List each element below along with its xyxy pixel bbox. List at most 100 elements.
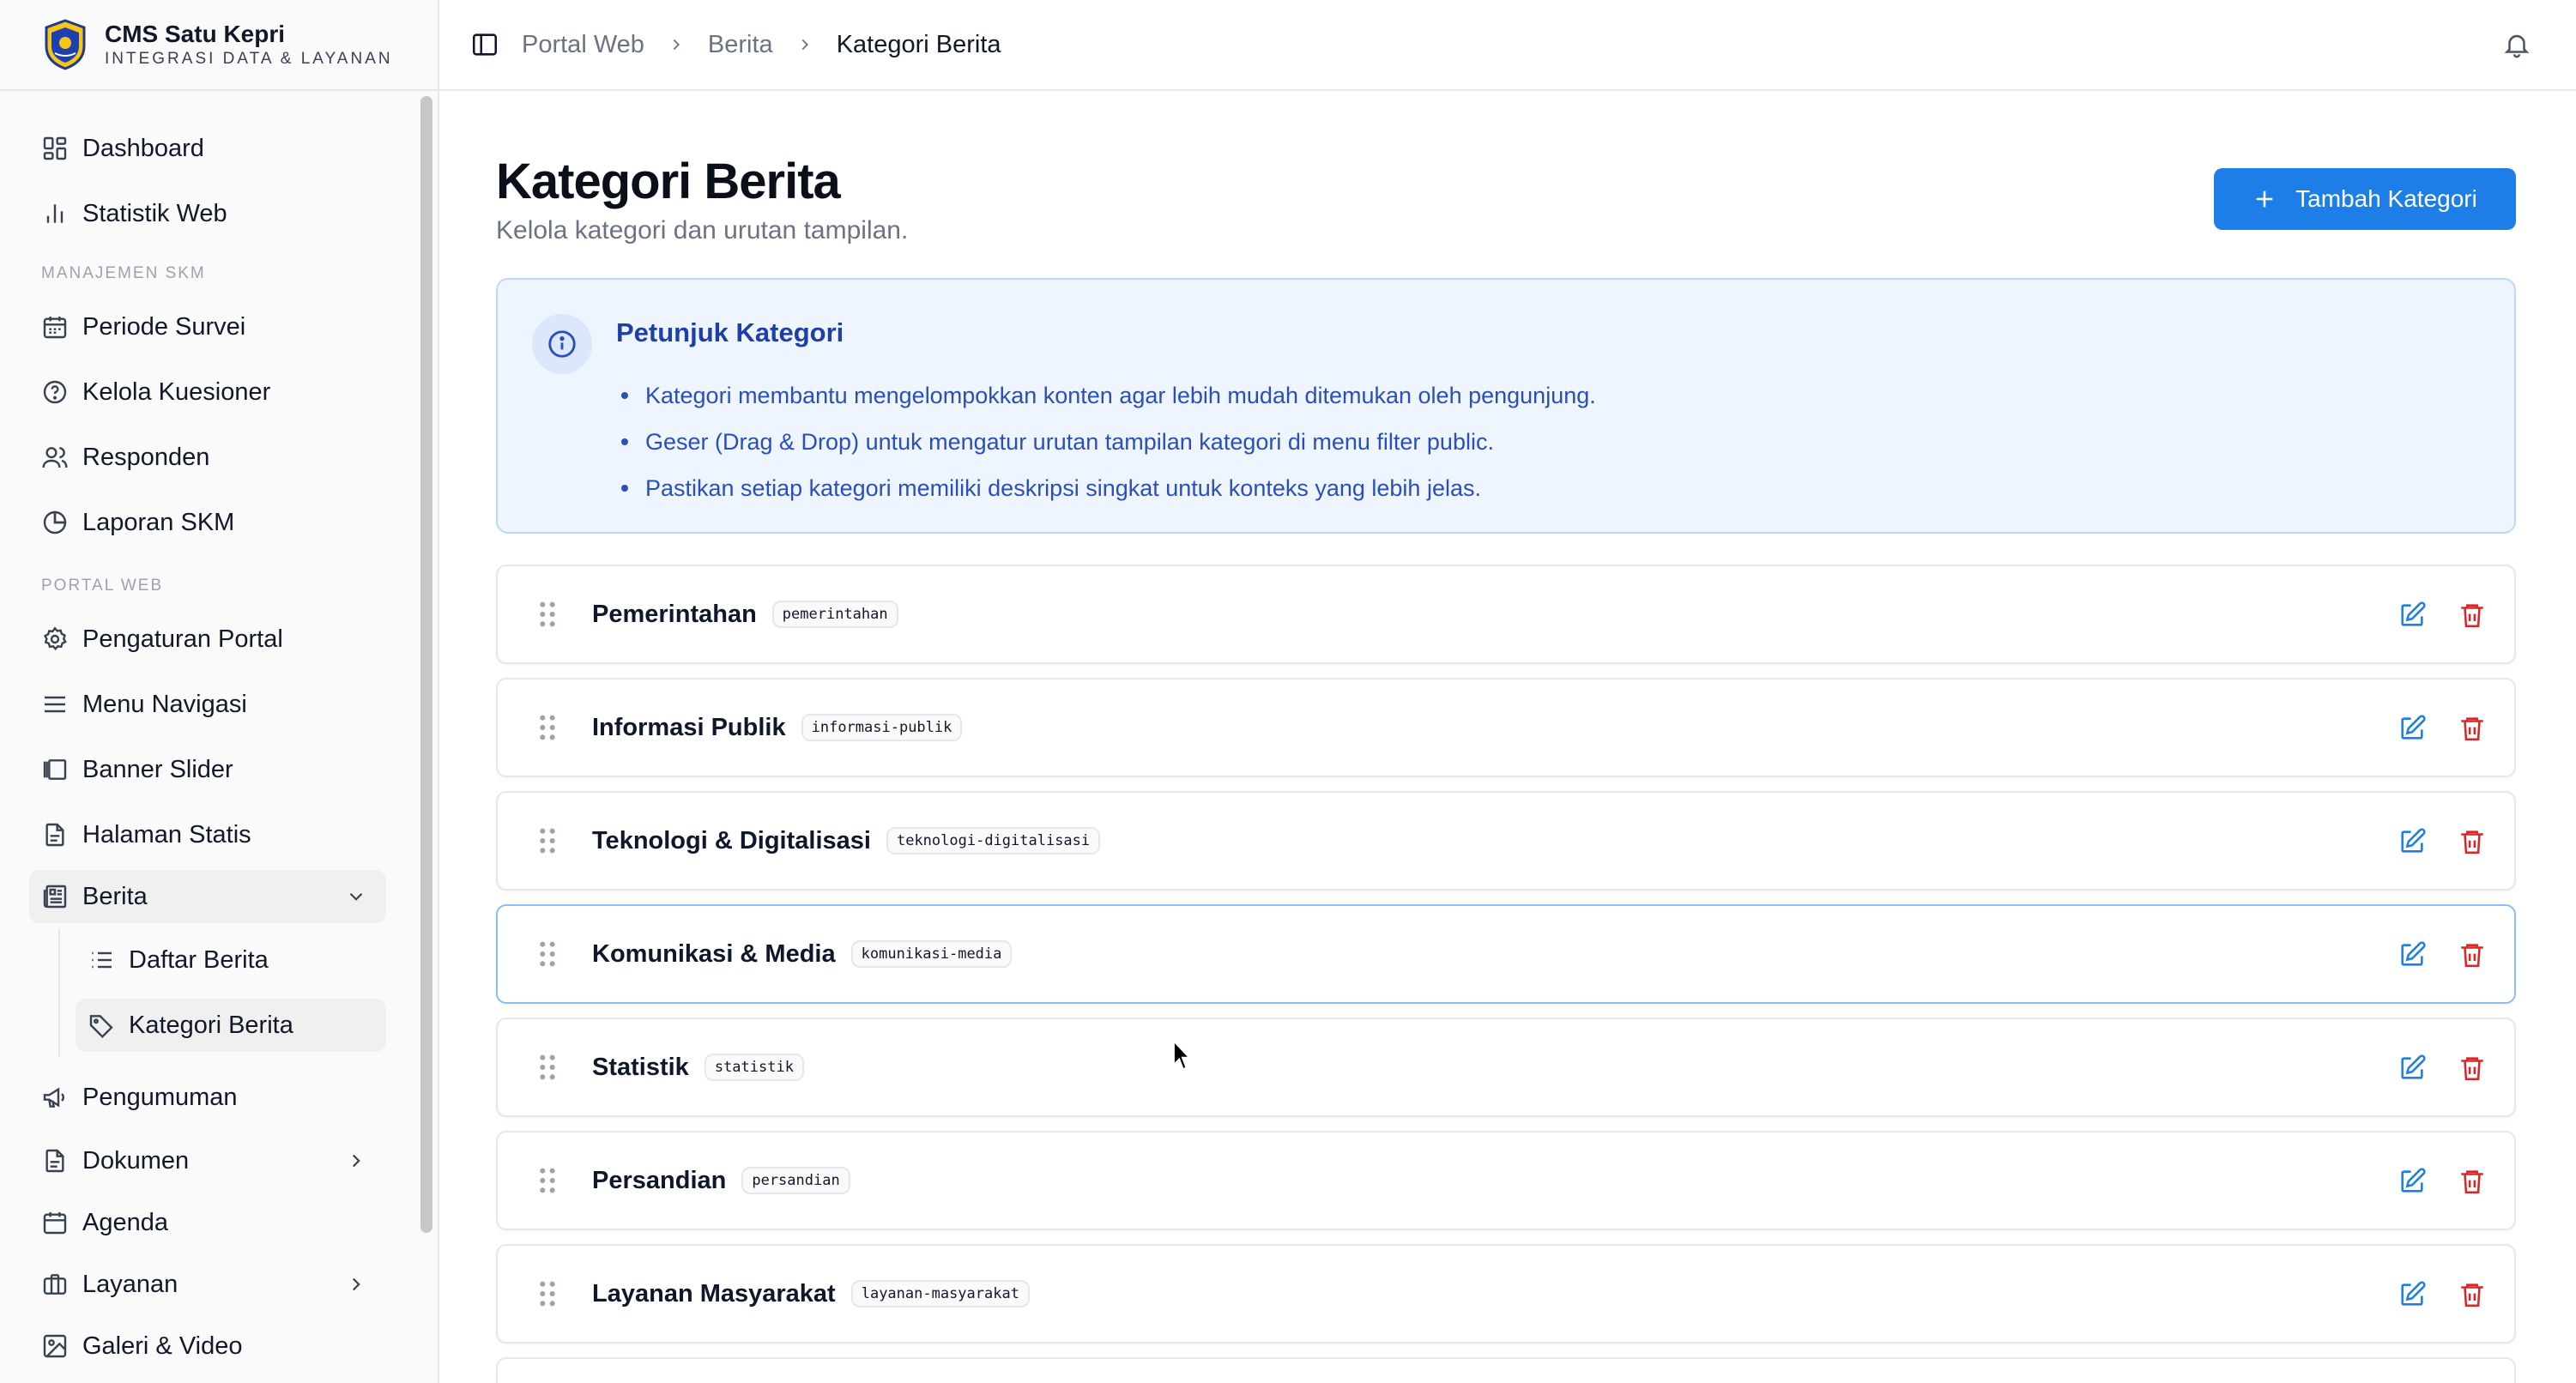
info-point: Kategori membantu mengelompokkan konten … [616, 372, 1596, 419]
category-name: Pemerintahan [592, 600, 757, 628]
bell-icon[interactable] [2502, 29, 2531, 60]
sidebar-item-kelola-kuesioner[interactable]: Kelola Kuesioner [29, 365, 386, 419]
sidebar-item-label: Dashboard [82, 134, 204, 162]
category-slug: persandian [741, 1167, 850, 1194]
drag-handle-icon[interactable] [537, 713, 558, 742]
category-row[interactable]: Komunikasi & Media komunikasi-media [496, 904, 2516, 1004]
category-row[interactable]: Layanan Masyarakat layanan-masyarakat [496, 1244, 2516, 1344]
sidebar-item-pengumuman[interactable]: Pengumuman [29, 1071, 386, 1124]
brand-subtitle: INTEGRASI DATA & LAYANAN [105, 50, 393, 68]
sidebar-item-statistik-web[interactable]: Statistik Web [29, 187, 386, 240]
category-row[interactable]: Teknologi & Digitalisasi teknologi-digit… [496, 791, 2516, 891]
edit-icon[interactable] [2398, 714, 2427, 743]
drag-handle-icon[interactable] [537, 1053, 558, 1082]
sidebar-item-laporan-skm[interactable]: Laporan SKM [29, 496, 386, 549]
category-row[interactable]: Statistik statistik [496, 1018, 2516, 1117]
gear-icon [43, 626, 67, 651]
category-row[interactable]: Pemerintahan pemerintahan [496, 565, 2516, 664]
trash-icon[interactable] [2458, 1167, 2487, 1196]
sidebar-item-galeri-video[interactable]: Galeri & Video [29, 1320, 386, 1373]
edit-icon[interactable] [2398, 1280, 2427, 1309]
brand-title: CMS Satu Kepri [105, 21, 286, 47]
calendar-icon [43, 1212, 67, 1235]
mouse-cursor-icon [1173, 1040, 1191, 1071]
breadcrumb: Portal Web Berita Kategori Berita [522, 31, 1001, 59]
drag-handle-icon[interactable] [537, 1166, 558, 1195]
sidebar-item-label: Responden [82, 443, 210, 471]
sidebar-item-dokumen[interactable]: Dokumen [29, 1134, 386, 1187]
chevron-right-icon [801, 39, 808, 51]
add-category-button[interactable]: Tambah Kategori [2214, 168, 2516, 230]
section-label-portal: PORTAL WEB [41, 577, 164, 595]
breadcrumb-berita[interactable]: Berita [708, 31, 773, 59]
image-icon [43, 1334, 67, 1358]
sidebar-item-label: Galeri & Video [82, 1332, 243, 1360]
sidebar-item-periode-survei[interactable]: Periode Survei [29, 300, 386, 353]
sidebar-item-label: Layanan [82, 1270, 178, 1298]
drag-handle-icon[interactable] [537, 826, 558, 855]
category-row[interactable]: Informasi Publik informasi-publik [496, 678, 2516, 777]
sidebar-item-label: Berita [82, 882, 148, 910]
grid-icon [43, 136, 67, 160]
sidebar-item-daftar-berita[interactable]: Daftar Berita [76, 933, 386, 987]
section-label-skm: MANAJEMEN SKM [41, 264, 206, 282]
drag-handle-icon[interactable] [537, 1279, 558, 1308]
brand[interactable]: CMS Satu Kepri INTEGRASI DATA & LAYANAN [0, 0, 438, 91]
trash-icon[interactable] [2458, 1054, 2487, 1083]
edit-icon[interactable] [2398, 1054, 2427, 1083]
sidebar-toggle-icon[interactable] [470, 30, 499, 59]
sidebar-item-pengaturan-portal[interactable]: Pengaturan Portal [29, 613, 386, 666]
chevron-down-icon [349, 892, 363, 901]
users-icon [42, 447, 68, 468]
category-row[interactable]: Persandian persandian [496, 1131, 2516, 1230]
category-name: Persandian [592, 1166, 727, 1194]
sidebar-item-berita[interactable]: Berita [29, 870, 386, 923]
category-name: Teknologi & Digitalisasi [592, 826, 871, 855]
sidebar-item-kategori-berita[interactable]: Kategori Berita [76, 999, 386, 1052]
sidebar-item-menu-navigasi[interactable]: Menu Navigasi [29, 678, 386, 731]
breadcrumb-portal-web[interactable]: Portal Web [522, 31, 644, 59]
sidebar-item-label: Kelola Kuesioner [82, 377, 271, 406]
sidebar-item-layanan[interactable]: Layanan [29, 1258, 386, 1311]
sidebar-item-label: Agenda [82, 1208, 168, 1236]
sidebar-scrollbar[interactable] [420, 96, 432, 1233]
sidebar-item-label: Periode Survei [82, 312, 246, 341]
list-icon [92, 951, 112, 969]
sidebar-item-banner-slider[interactable]: Banner Slider [29, 743, 386, 796]
category-name: Komunikasi & Media [592, 939, 836, 968]
trash-icon[interactable] [2458, 827, 2487, 856]
info-point: Pastikan setiap kategori memiliki deskri… [616, 465, 1596, 511]
breadcrumb-kategori-berita: Kategori Berita [836, 30, 1001, 58]
file-icon [45, 823, 64, 847]
trash-icon[interactable] [2458, 940, 2487, 969]
sidebar-item-responden[interactable]: Responden [29, 431, 386, 484]
sidebar-item-halaman-statis[interactable]: Halaman Statis [29, 808, 386, 861]
drag-handle-icon[interactable] [537, 600, 558, 629]
chevron-right-icon [352, 1154, 360, 1168]
edit-icon[interactable] [2398, 827, 2427, 856]
sidebar-item-agenda[interactable]: Agenda [29, 1196, 386, 1249]
page-subtitle: Kelola kategori dan urutan tampilan. [496, 216, 909, 245]
sidebar-item-dashboard[interactable]: Dashboard [29, 122, 386, 175]
trash-icon[interactable] [2458, 714, 2487, 743]
sidebar-item-label: Banner Slider [82, 755, 233, 783]
edit-icon[interactable] [2398, 601, 2427, 630]
submenu-guide-line [58, 928, 60, 1057]
info-point: Geser (Drag & Drop) untuk mengatur uruta… [616, 419, 1596, 465]
trash-icon[interactable] [2458, 1280, 2487, 1309]
info-icon [548, 330, 576, 358]
edit-icon[interactable] [2398, 940, 2427, 969]
category-name: Informasi Publik [592, 713, 786, 741]
info-list: Kategori membantu mengelompokkan konten … [616, 372, 1596, 511]
drag-handle-icon[interactable] [537, 939, 558, 969]
plus-icon [2256, 190, 2273, 208]
trash-icon[interactable] [2458, 601, 2487, 630]
category-slug: layanan-masyarakat [850, 1280, 1030, 1308]
category-row-partial[interactable] [496, 1357, 2516, 1383]
category-slug: pemerintahan [771, 601, 898, 628]
gallery-icon [43, 759, 67, 780]
help-circle-icon [43, 380, 67, 404]
edit-icon[interactable] [2398, 1167, 2427, 1196]
page-title: Kategori Berita [496, 154, 841, 209]
sidebar: CMS Satu Kepri INTEGRASI DATA & LAYANAN … [0, 0, 439, 1383]
